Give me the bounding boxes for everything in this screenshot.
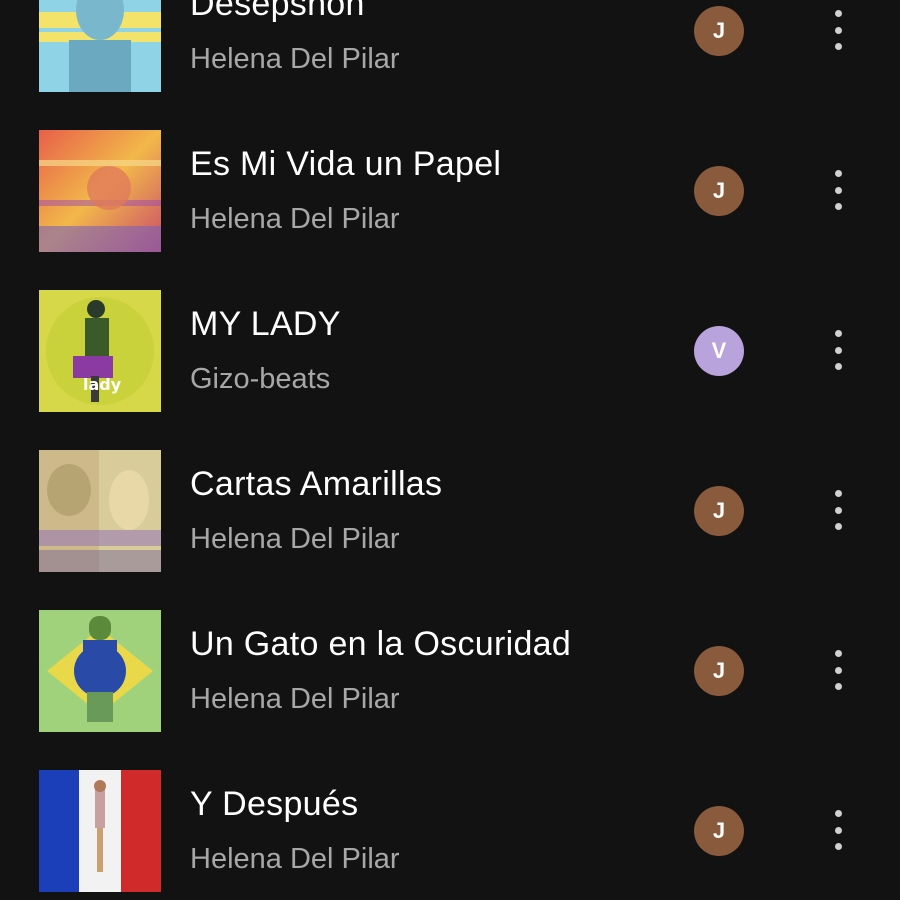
added-by-avatar[interactable]: J [694, 166, 744, 216]
track-row[interactable]: lady MY LADY Gizo-beats V [0, 290, 900, 450]
added-by-avatar[interactable]: J [694, 486, 744, 536]
track-artist[interactable]: Helena Del Pilar [190, 203, 400, 236]
more-options-icon[interactable] [826, 646, 850, 694]
track-row[interactable]: Cartas Amarillas Helena Del Pilar J [0, 450, 900, 610]
more-options-icon[interactable] [826, 806, 850, 854]
album-art[interactable] [39, 0, 161, 92]
album-art[interactable] [39, 450, 161, 572]
more-options-icon[interactable] [826, 486, 850, 534]
track-title: MY LADY [190, 305, 341, 343]
track-row[interactable]: Es Mi Vida un Papel Helena Del Pilar J [0, 130, 900, 290]
track-title: Y Después [190, 785, 359, 823]
album-art[interactable] [39, 770, 161, 892]
track-row[interactable]: Y Después Helena Del Pilar J [0, 770, 900, 900]
album-art[interactable]: lady [39, 290, 161, 412]
svg-text:lady: lady [83, 375, 122, 394]
album-art[interactable] [39, 130, 161, 252]
added-by-avatar[interactable]: J [694, 6, 744, 56]
track-artist[interactable]: Gizo-beats [190, 363, 330, 396]
added-by-avatar[interactable]: J [694, 646, 744, 696]
track-title: Un Gato en la Oscuridad [190, 625, 572, 663]
more-options-icon[interactable] [826, 6, 850, 54]
track-artist[interactable]: Helena Del Pilar [190, 523, 400, 556]
track-artist[interactable]: Helena Del Pilar [190, 683, 400, 716]
track-artist[interactable]: Helena Del Pilar [190, 843, 400, 876]
track-title: Es Mi Vida un Papel [190, 145, 502, 183]
track-list: Desepshon Helena Del Pilar J Es Mi Vida … [0, 0, 900, 900]
track-row[interactable]: Un Gato en la Oscuridad Helena Del Pilar… [0, 610, 900, 770]
track-artist[interactable]: Helena Del Pilar [190, 43, 400, 76]
album-art[interactable] [39, 610, 161, 732]
more-options-icon[interactable] [826, 166, 850, 214]
added-by-avatar[interactable]: J [694, 806, 744, 856]
track-row[interactable]: Desepshon Helena Del Pilar J [0, 0, 900, 130]
track-title: Desepshon [190, 0, 365, 23]
track-title: Cartas Amarillas [190, 465, 443, 503]
more-options-icon[interactable] [826, 326, 850, 374]
added-by-avatar[interactable]: V [694, 326, 744, 376]
